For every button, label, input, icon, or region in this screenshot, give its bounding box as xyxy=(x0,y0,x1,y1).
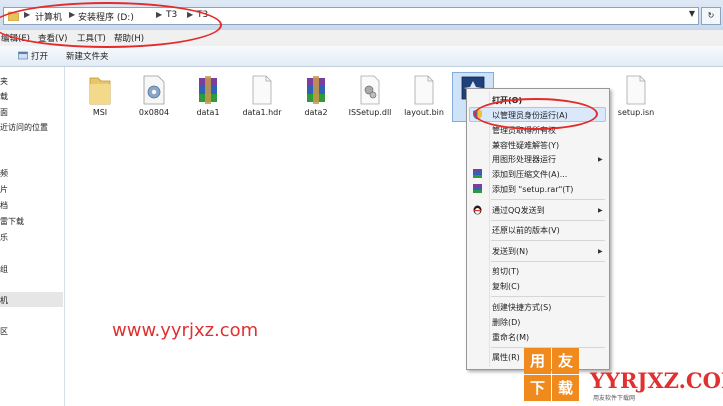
submenu-arrow-icon: ▶ xyxy=(598,156,603,163)
file-name: data2 xyxy=(304,108,328,117)
menu-item-restore-previous[interactable]: 还原以前的版本(V) xyxy=(492,225,560,236)
file-item[interactable]: MSI xyxy=(76,74,124,117)
watermark-logo: 用 友 下 载 xyxy=(524,348,580,402)
nav-item-favorites[interactable]: 夹 xyxy=(0,76,8,87)
nav-item-videos[interactable]: 频 xyxy=(0,168,8,179)
navigation-pane: 夹 载 面 近访问的位置 频 片 档 雷下载 乐 组 机 区 xyxy=(0,67,65,406)
file-name: data1 xyxy=(196,108,220,117)
menu-separator xyxy=(491,199,605,200)
menu-item-send-via-qq[interactable]: 通过QQ发送到 xyxy=(492,205,545,216)
nav-item-pictures[interactable]: 片 xyxy=(0,184,8,195)
winrar-icon xyxy=(473,169,482,178)
winrar-icon xyxy=(473,184,482,193)
menu-separator xyxy=(491,240,605,241)
nav-item-computer[interactable]: 机 xyxy=(0,295,8,306)
menu-item-add-to-archive[interactable]: 添加到压缩文件(A)... xyxy=(492,169,567,180)
menu-item-create-shortcut[interactable]: 创建快捷方式(S) xyxy=(492,302,551,313)
menu-separator xyxy=(491,296,605,297)
nav-item-downloads[interactable]: 载 xyxy=(0,91,8,102)
open-button[interactable]: 打开 xyxy=(31,50,48,62)
watermark-brand: YYRJXZ.COM xyxy=(590,368,723,393)
watermark-url: www.yyrjxz.com xyxy=(112,320,259,341)
annotation-ellipse-address xyxy=(0,2,222,48)
refresh-button[interactable]: ↻ xyxy=(701,7,721,25)
file-item[interactable]: ISSetup.dll xyxy=(346,74,394,117)
menu-separator xyxy=(491,220,605,221)
menu-separator xyxy=(491,261,605,262)
menu-item-delete[interactable]: 删除(D) xyxy=(492,317,520,328)
refresh-icon: ↻ xyxy=(707,11,715,20)
nav-item-documents[interactable]: 档 xyxy=(0,200,8,211)
address-dropdown-icon[interactable]: ▼ xyxy=(689,9,695,18)
menu-item-properties[interactable]: 属性(R) xyxy=(492,352,520,363)
nav-item-drive[interactable]: 区 xyxy=(0,326,8,337)
qq-penguin-icon xyxy=(473,205,482,215)
new-folder-button[interactable]: 新建文件夹 xyxy=(66,50,109,62)
file-name: data1.hdr xyxy=(242,108,282,117)
file-item[interactable]: layout.bin xyxy=(400,74,448,117)
toolbar: 打开 新建文件夹 xyxy=(0,46,723,67)
logo-tile: 载 xyxy=(552,375,579,401)
file-item[interactable]: setup.isn xyxy=(612,74,660,117)
settings-file-icon xyxy=(143,75,165,105)
dll-file-icon xyxy=(360,75,380,105)
file-item[interactable]: data2 xyxy=(292,74,340,117)
nav-item-music[interactable]: 乐 xyxy=(0,232,8,243)
folder-icon xyxy=(89,77,111,105)
blank-file-icon xyxy=(626,75,646,105)
file-name: 0x0804 xyxy=(138,108,170,117)
logo-tile: 用 xyxy=(524,348,551,374)
menu-item-add-to-setup-rar[interactable]: 添加到 "setup.rar"(T) xyxy=(492,184,573,195)
nav-item-desktop[interactable]: 面 xyxy=(0,107,8,118)
nav-item-thunder-download[interactable]: 雷下载 xyxy=(0,216,24,227)
submenu-arrow-icon: ▶ xyxy=(598,248,603,255)
file-item[interactable]: data1 xyxy=(184,74,232,117)
file-name: MSI xyxy=(92,108,108,117)
file-name: setup.isn xyxy=(617,108,655,117)
file-item[interactable]: 0x0804 xyxy=(130,74,178,117)
nav-item-recent-places[interactable]: 近访问的位置 xyxy=(0,122,48,133)
menu-item-compatibility[interactable]: 兼容性疑难解答(Y) xyxy=(492,140,559,151)
menu-item-cut[interactable]: 剪切(T) xyxy=(492,266,519,277)
menu-item-rename[interactable]: 重命名(M) xyxy=(492,332,529,343)
blank-file-icon xyxy=(252,75,272,105)
menu-item-run-with-gpu[interactable]: 用图形处理器运行 xyxy=(492,154,556,165)
logo-tile: 下 xyxy=(524,375,551,401)
winrar-archive-icon xyxy=(307,76,325,104)
menu-gutter xyxy=(489,91,490,367)
nav-item-homegroup[interactable]: 组 xyxy=(0,264,8,275)
menu-item-send-to[interactable]: 发送到(N) xyxy=(492,246,528,257)
menu-item-copy[interactable]: 复制(C) xyxy=(492,281,520,292)
file-item[interactable]: data1.hdr xyxy=(238,74,286,117)
winrar-archive-icon xyxy=(199,76,217,104)
context-menu: 打开(O) 以管理员身份运行(A) 管理员取得所有权 兼容性疑难解答(Y) 用图… xyxy=(466,88,610,370)
watermark-subtitle: 用友软件下载网 xyxy=(593,395,636,402)
submenu-arrow-icon: ▶ xyxy=(598,207,603,214)
file-name: ISSetup.dll xyxy=(348,108,392,117)
logo-tile: 友 xyxy=(552,348,579,374)
blank-file-icon xyxy=(414,75,434,105)
annotation-ellipse-run-as-admin xyxy=(474,98,598,130)
open-icon xyxy=(18,51,28,60)
nav-selection-highlight xyxy=(0,292,63,307)
